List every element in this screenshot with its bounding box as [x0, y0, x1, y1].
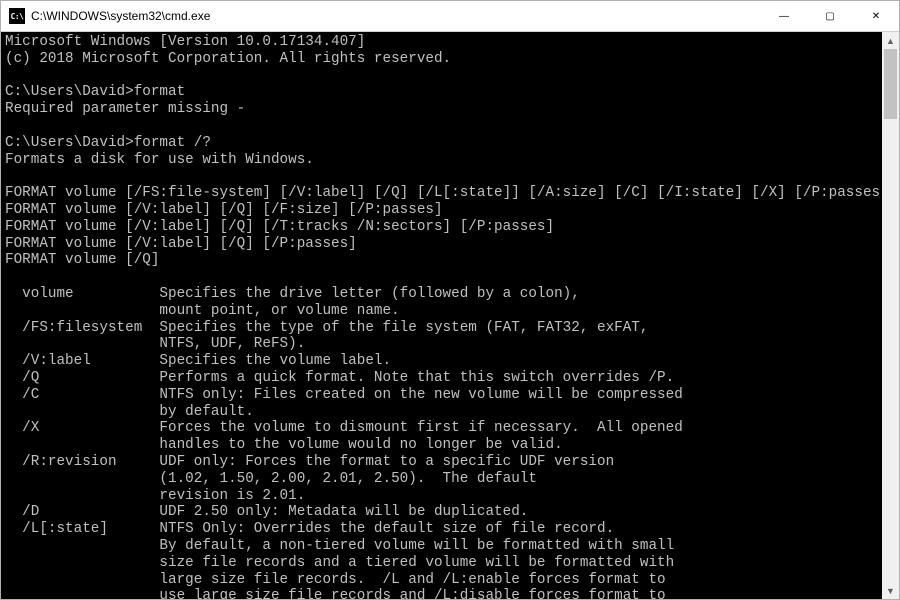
vertical-scrollbar[interactable]: ▲ ▼ — [882, 32, 899, 599]
terminal-line — [5, 68, 878, 85]
terminal-line — [5, 269, 878, 286]
terminal-line: C:\Users\David>format /? — [5, 135, 878, 152]
terminal-line: FORMAT volume [/V:label] [/Q] [/T:tracks… — [5, 219, 878, 236]
terminal-line: (c) 2018 Microsoft Corporation. All righ… — [5, 51, 878, 68]
terminal-output[interactable]: Microsoft Windows [Version 10.0.17134.40… — [1, 32, 882, 599]
terminal-line: revision is 2.01. — [5, 488, 878, 505]
terminal-line: NTFS, UDF, ReFS). — [5, 336, 878, 353]
client-area: Microsoft Windows [Version 10.0.17134.40… — [1, 32, 899, 599]
close-button[interactable]: ✕ — [853, 1, 899, 31]
window-controls: — ▢ ✕ — [761, 1, 899, 31]
scrollbar-thumb[interactable] — [884, 49, 897, 119]
titlebar[interactable]: C:\ C:\WINDOWS\system32\cmd.exe — ▢ ✕ — [1, 1, 899, 32]
cmd-icon: C:\ — [9, 8, 25, 24]
terminal-line: FORMAT volume [/FS:file-system] [/V:labe… — [5, 185, 878, 202]
terminal-line: size file records and a tiered volume wi… — [5, 555, 878, 572]
terminal-line: volume Specifies the drive letter (follo… — [5, 286, 878, 303]
terminal-line: C:\Users\David>format — [5, 84, 878, 101]
terminal-line: use large size file records and /L:disab… — [5, 588, 878, 599]
terminal-line: Microsoft Windows [Version 10.0.17134.40… — [5, 34, 878, 51]
terminal-line: Formats a disk for use with Windows. — [5, 152, 878, 169]
terminal-line: /R:revision UDF only: Forces the format … — [5, 454, 878, 471]
terminal-line: /C NTFS only: Files created on the new v… — [5, 387, 878, 404]
scroll-up-arrow-icon[interactable]: ▲ — [882, 32, 899, 49]
maximize-button[interactable]: ▢ — [807, 1, 853, 31]
close-icon: ✕ — [872, 11, 880, 22]
terminal-line: /Q Performs a quick format. Note that th… — [5, 370, 878, 387]
maximize-icon: ▢ — [825, 11, 834, 22]
terminal-line: FORMAT volume [/V:label] [/Q] [/P:passes… — [5, 236, 878, 253]
terminal-line: /X Forces the volume to dismount first i… — [5, 420, 878, 437]
window-title: C:\WINDOWS\system32\cmd.exe — [31, 9, 761, 23]
terminal-line: FORMAT volume [/Q] — [5, 252, 878, 269]
terminal-line: /D UDF 2.50 only: Metadata will be dupli… — [5, 504, 878, 521]
terminal-line: large size file records. /L and /L:enabl… — [5, 572, 878, 589]
terminal-line: By default, a non-tiered volume will be … — [5, 538, 878, 555]
terminal-line: (1.02, 1.50, 2.00, 2.01, 2.50). The defa… — [5, 471, 878, 488]
minimize-icon: — — [779, 11, 789, 22]
scroll-down-arrow-icon[interactable]: ▼ — [882, 582, 899, 599]
terminal-line: /FS:filesystem Specifies the type of the… — [5, 320, 878, 337]
terminal-line: mount point, or volume name. — [5, 303, 878, 320]
terminal-line: /V:label Specifies the volume label. — [5, 353, 878, 370]
terminal-line — [5, 168, 878, 185]
minimize-button[interactable]: — — [761, 1, 807, 31]
terminal-line: by default. — [5, 404, 878, 421]
terminal-line: handles to the volume would no longer be… — [5, 437, 878, 454]
terminal-line — [5, 118, 878, 135]
terminal-line: FORMAT volume [/V:label] [/Q] [/F:size] … — [5, 202, 878, 219]
terminal-line: Required parameter missing - — [5, 101, 878, 118]
terminal-line: /L[:state] NTFS Only: Overrides the defa… — [5, 521, 878, 538]
cmd-window: C:\ C:\WINDOWS\system32\cmd.exe — ▢ ✕ Mi… — [0, 0, 900, 600]
scrollbar-track[interactable] — [882, 49, 899, 582]
